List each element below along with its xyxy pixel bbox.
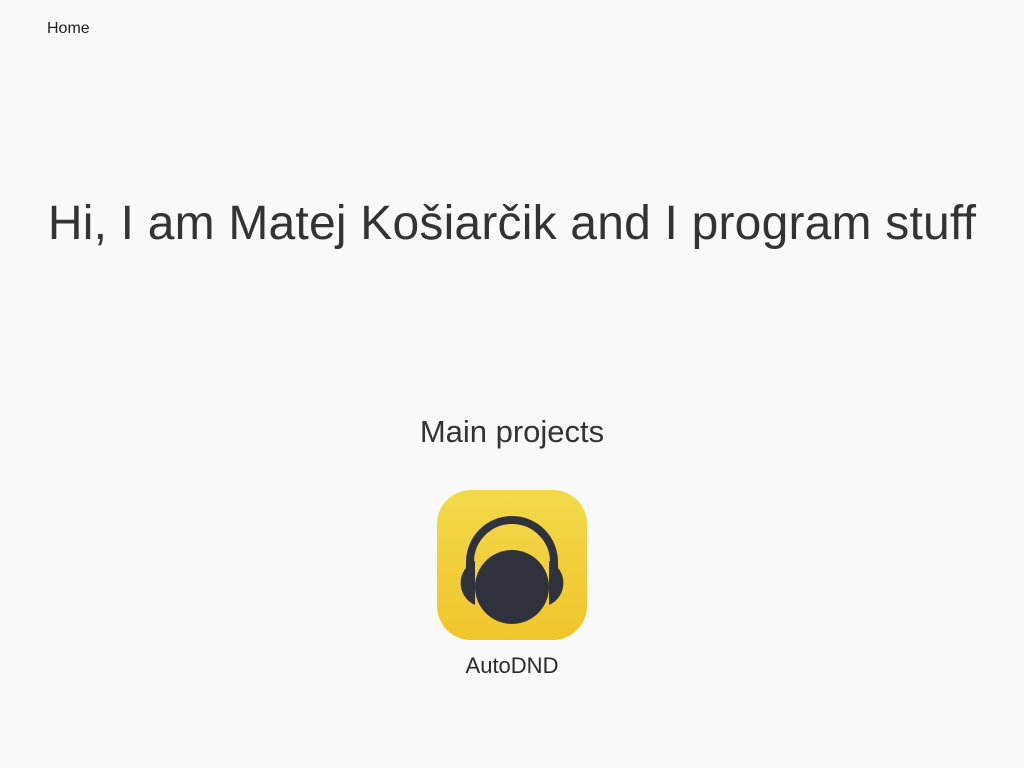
nav-home-link[interactable]: Home xyxy=(47,20,90,37)
project-name: AutoDND xyxy=(465,653,559,678)
top-nav: Home xyxy=(47,19,90,39)
headphones-icon xyxy=(437,490,587,640)
project-card-autodnd[interactable]: AutoDND xyxy=(412,490,612,680)
page: Home Hi, I am Matej Košiarčik and I prog… xyxy=(0,0,1024,768)
projects-section-title: Main projects xyxy=(419,414,605,449)
page-title: Hi, I am Matej Košiarčik and I program s… xyxy=(47,197,977,250)
